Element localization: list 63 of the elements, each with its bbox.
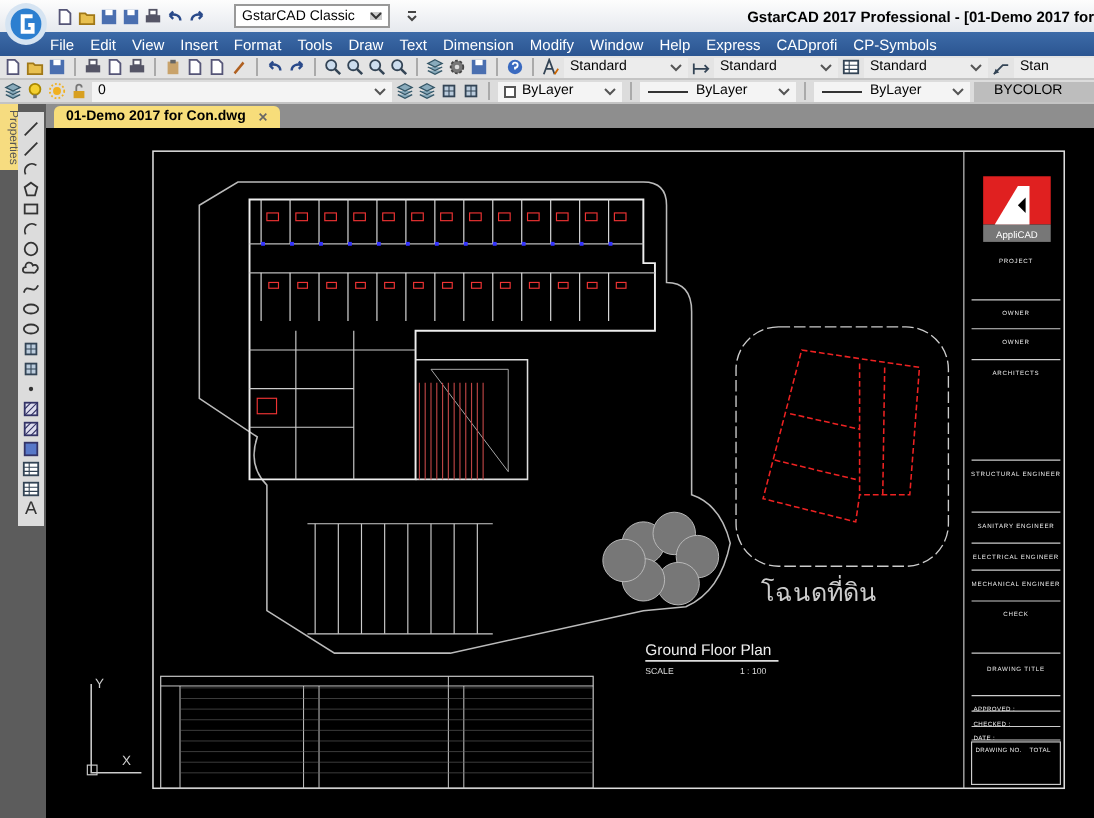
clipboard-icon[interactable] <box>164 58 182 76</box>
caret-icon[interactable] <box>820 63 832 71</box>
layers-icon[interactable] <box>426 58 444 76</box>
line-icon[interactable] <box>22 120 40 138</box>
land-title-label: โฉนดที่ดิน <box>761 577 878 607</box>
line-sample-icon <box>646 87 690 95</box>
printer-icon[interactable] <box>84 58 102 76</box>
caret-icon[interactable] <box>370 12 382 20</box>
magnifier-icon[interactable] <box>324 58 342 76</box>
block-icon[interactable] <box>440 82 458 100</box>
arc-icon[interactable] <box>22 220 40 238</box>
polygon-icon[interactable] <box>22 180 40 198</box>
magnifier-icon[interactable] <box>368 58 386 76</box>
folder-icon[interactable] <box>78 7 96 25</box>
text-tool-button[interactable]: A <box>24 500 37 518</box>
help-icon[interactable] <box>506 58 524 76</box>
close-icon[interactable] <box>257 112 268 122</box>
undo-arrow-icon[interactable] <box>166 7 184 25</box>
color-swatch-icon <box>504 85 516 97</box>
hatch-icon[interactable] <box>22 420 40 438</box>
caret-icon[interactable] <box>670 63 682 71</box>
rectangle-icon[interactable] <box>22 200 40 218</box>
magnifier-icon[interactable] <box>346 58 364 76</box>
customize-caret-icon[interactable] <box>406 10 418 22</box>
block-icon[interactable] <box>462 82 480 100</box>
redo-arrow-icon[interactable] <box>188 7 206 25</box>
lock-icon[interactable] <box>70 82 88 100</box>
layers-icon[interactable] <box>418 82 436 100</box>
line-sample-icon <box>820 87 864 95</box>
table-icon[interactable] <box>22 460 40 478</box>
caret-icon[interactable] <box>952 87 964 95</box>
lightbulb-icon[interactable] <box>26 82 44 100</box>
redo-arrow-icon[interactable] <box>288 58 306 76</box>
plan-title: Ground Floor Plan <box>645 641 772 660</box>
caret-icon[interactable] <box>970 63 982 71</box>
printer-icon[interactable] <box>144 7 162 25</box>
layers-icon[interactable] <box>396 82 414 100</box>
circle-icon[interactable] <box>22 240 40 258</box>
caret-icon[interactable] <box>778 87 790 95</box>
block-icon[interactable] <box>22 340 40 358</box>
cloud-icon[interactable] <box>22 260 40 278</box>
caret-icon[interactable] <box>374 87 386 95</box>
printer-icon[interactable] <box>128 58 146 76</box>
gear-icon[interactable] <box>448 58 466 76</box>
document-icon[interactable] <box>56 7 74 25</box>
gradient-icon[interactable] <box>22 440 40 458</box>
spline-icon[interactable] <box>22 280 40 298</box>
layers-icon[interactable] <box>4 82 22 100</box>
leader-icon[interactable] <box>992 58 1010 76</box>
block-icon[interactable] <box>22 360 40 378</box>
hatch-icon[interactable] <box>22 400 40 418</box>
dimension-style-icon[interactable] <box>692 58 710 76</box>
table-icon[interactable] <box>842 58 860 76</box>
line-icon[interactable] <box>22 140 40 158</box>
tree-cluster-drawing <box>602 511 720 606</box>
magnifier-icon[interactable] <box>390 58 408 76</box>
text-style-icon[interactable] <box>542 58 560 76</box>
table-icon[interactable] <box>22 480 40 498</box>
company-logo <box>983 176 1051 242</box>
caret-icon[interactable] <box>604 87 616 95</box>
app-logo-icon[interactable] <box>4 2 48 46</box>
arc-icon[interactable] <box>22 160 40 178</box>
undo-arrow-icon[interactable] <box>266 58 284 76</box>
